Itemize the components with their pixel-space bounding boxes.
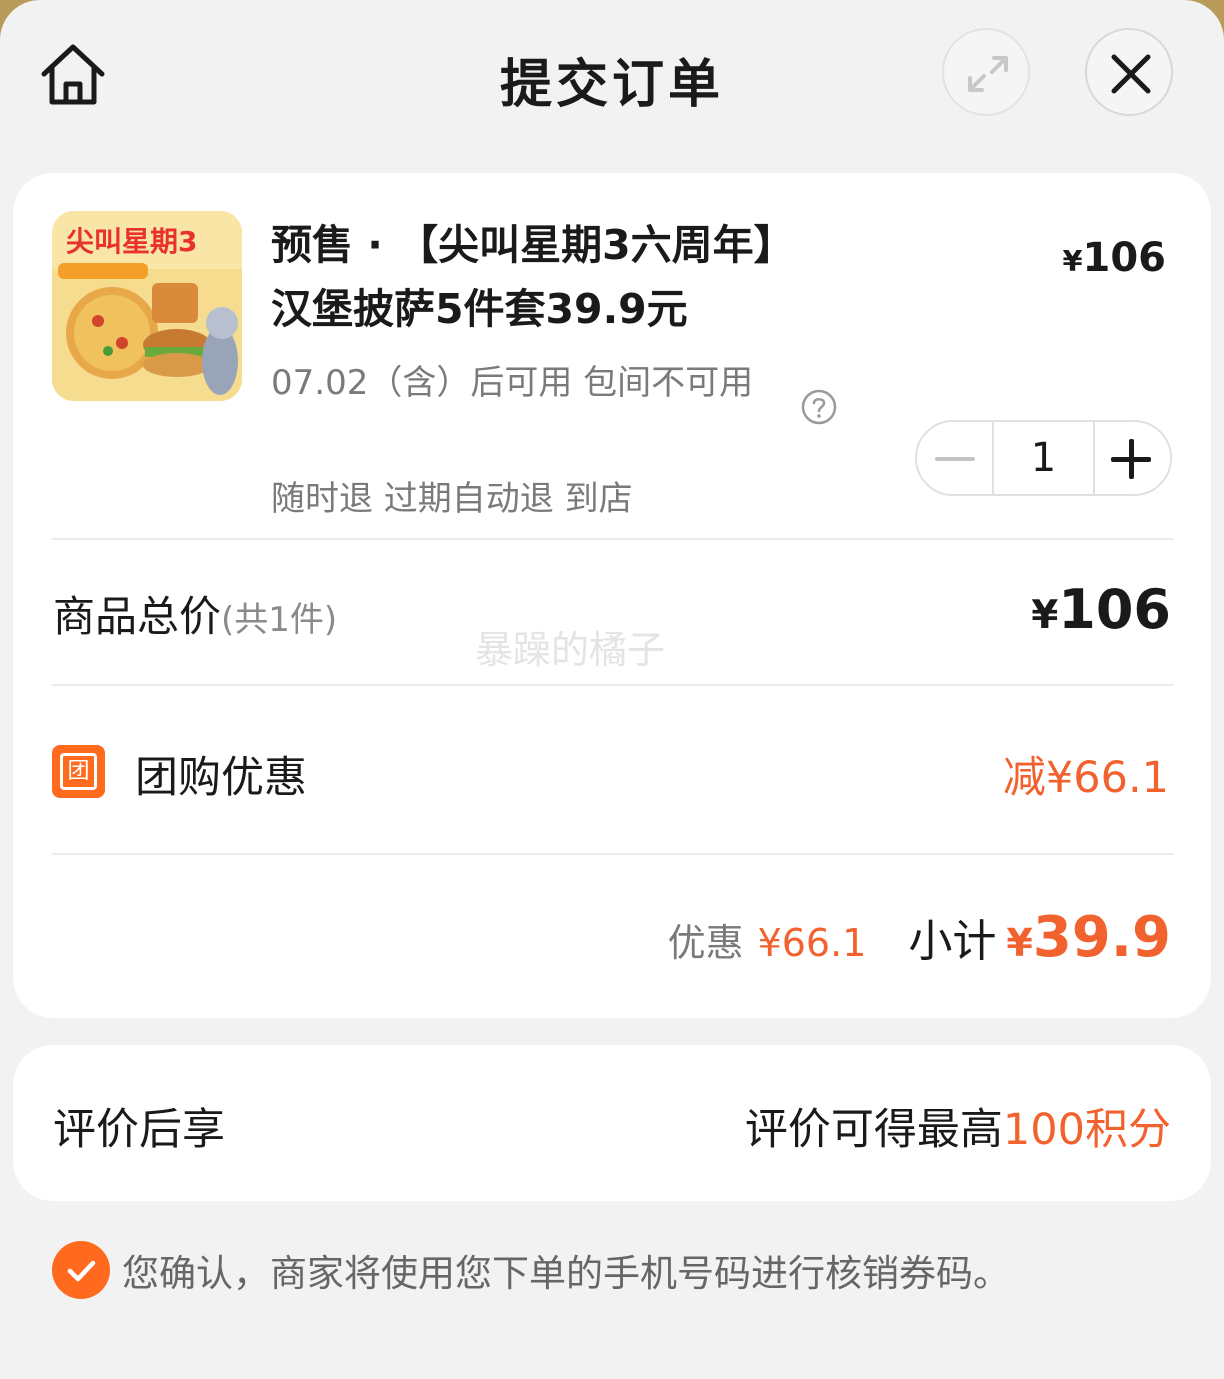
confirm-text: 您确认，商家将使用您下单的手机号码进行核销券码。	[122, 1252, 1010, 1295]
confirm-row: 您确认，商家将使用您下单的手机号码进行核销券码。	[52, 1241, 1010, 1299]
refund-tags: 随时退 过期自动退 到店	[271, 479, 633, 519]
close-icon	[1111, 54, 1151, 94]
header: 提交订单	[0, 0, 1224, 150]
divider	[52, 853, 1174, 855]
divider	[52, 684, 1174, 686]
subtotal-symbol: ¥	[1006, 921, 1033, 965]
order-sheet: 提交订单 尖叫星期3 预售 · 【尖叫星期3六周年】汉堡披萨5件套39.9元 ¥…	[0, 0, 1224, 1379]
unit-price-value: 106	[1082, 235, 1167, 281]
page-title: 提交订单	[499, 55, 724, 115]
groupbuy-discount: 减¥66.1	[1002, 753, 1169, 803]
product-image[interactable]: 尖叫星期3	[52, 211, 242, 401]
groupbuy-icon: 团	[52, 745, 105, 798]
unit-price: ¥106	[1062, 235, 1166, 281]
quantity-stepper: 1	[915, 420, 1172, 496]
total-price-label-text: 商品总价	[53, 592, 222, 641]
total-count: (共1件)	[221, 600, 338, 640]
close-button[interactable]	[1085, 28, 1173, 116]
usage-note: 07.02（含）后可用 包间不可用	[271, 363, 754, 403]
discount-label: 优惠	[667, 921, 744, 965]
watermark: 暴躁的橘子	[475, 628, 666, 672]
product-thumb-title: 尖叫星期3	[66, 225, 197, 258]
increase-button[interactable]	[1095, 422, 1170, 494]
check-icon[interactable]	[52, 1241, 110, 1299]
review-points: 100积分	[1002, 1105, 1171, 1155]
unit-price-symbol: ¥	[1062, 244, 1083, 278]
product-illustration: 尖叫星期3	[52, 211, 242, 401]
discount-value: ¥66.1	[757, 921, 867, 965]
total-price-symbol: ¥	[1031, 593, 1059, 638]
review-reward-prefix: 评价可得最高	[744, 1105, 1003, 1155]
quantity-value[interactable]: 1	[992, 422, 1095, 494]
order-card: 尖叫星期3 预售 · 【尖叫星期3六周年】汉堡披萨5件套39.9元 ¥106 0…	[13, 173, 1211, 1018]
divider	[52, 538, 1174, 540]
decrease-button[interactable]	[917, 422, 992, 494]
review-label: 评价后享	[53, 1105, 225, 1155]
total-price-value: 106	[1058, 578, 1171, 641]
expand-icon	[968, 56, 1008, 92]
total-price: ¥106	[1031, 578, 1171, 641]
total-price-label: 商品总价(共1件)	[53, 583, 337, 644]
help-icon[interactable]	[801, 389, 837, 425]
review-card[interactable]: 评价后享 评价可得最高100积分	[13, 1045, 1211, 1201]
subtotal-value: 39.9	[1032, 905, 1171, 970]
groupbuy-badge: 团	[60, 753, 97, 790]
review-reward: 评价可得最高100积分	[745, 1095, 1171, 1157]
subtotal-label: 小计	[908, 916, 997, 967]
product-name: 预售 · 【尖叫星期3六周年】汉堡披萨5件套39.9元	[271, 221, 795, 333]
groupbuy-label: 团购优惠	[135, 753, 307, 803]
expand-button[interactable]	[942, 28, 1030, 116]
subtotal-row: 优惠 ¥66.1 小计 ¥ 39.9	[668, 905, 1171, 970]
